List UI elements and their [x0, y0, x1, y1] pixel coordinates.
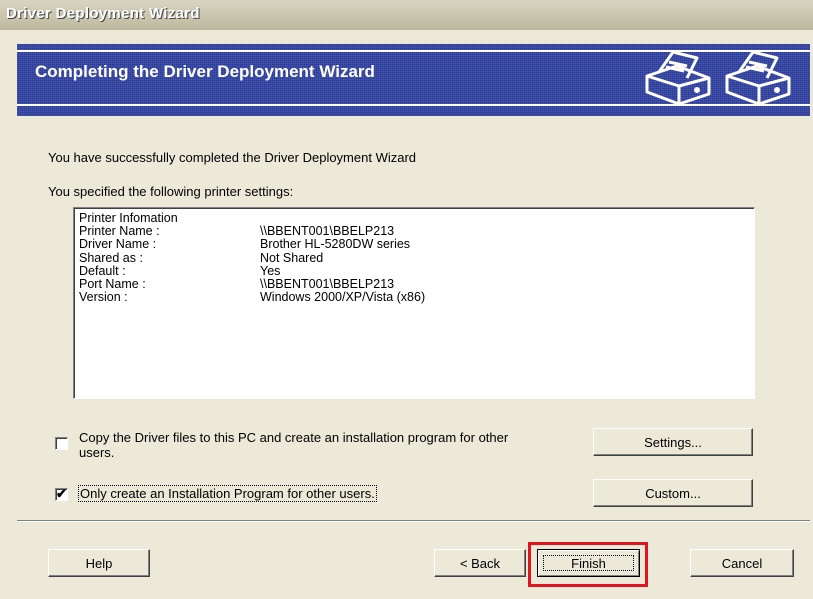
title-bar: Driver Deployment Wizard [0, 0, 813, 30]
banner-heading: Completing the Driver Deployment Wizard [35, 62, 375, 81]
back-button[interactable]: < Back [434, 549, 526, 577]
install-only-label[interactable]: Only create an Installation Program for … [78, 485, 377, 502]
printer-icon [725, 50, 791, 106]
settings-intro: You specified the following printer sett… [48, 184, 294, 199]
printer-settings-list[interactable]: Printer Infomation Printer Name : \\BBENT… [73, 207, 755, 399]
checkmark-icon: ✔ [56, 486, 67, 501]
settings-button[interactable]: Settings... [593, 428, 753, 456]
wizard-banner: Completing the Driver Deployment Wizard [17, 44, 810, 116]
custom-button[interactable]: Custom... [593, 479, 753, 507]
printer-icon [645, 50, 711, 106]
window-title: Driver Deployment Wizard [6, 5, 200, 22]
help-button[interactable]: Help [48, 549, 150, 577]
separator [17, 520, 810, 522]
copy-files-label[interactable]: Copy the Driver files to this PC and cre… [79, 430, 508, 460]
install-only-checkbox[interactable]: ✔ [55, 486, 68, 501]
finish-highlight-box [528, 542, 648, 587]
success-text: You have successfully completed the Driv… [48, 150, 417, 165]
cancel-button[interactable]: Cancel [690, 549, 794, 577]
copy-files-checkbox[interactable] [55, 437, 68, 450]
